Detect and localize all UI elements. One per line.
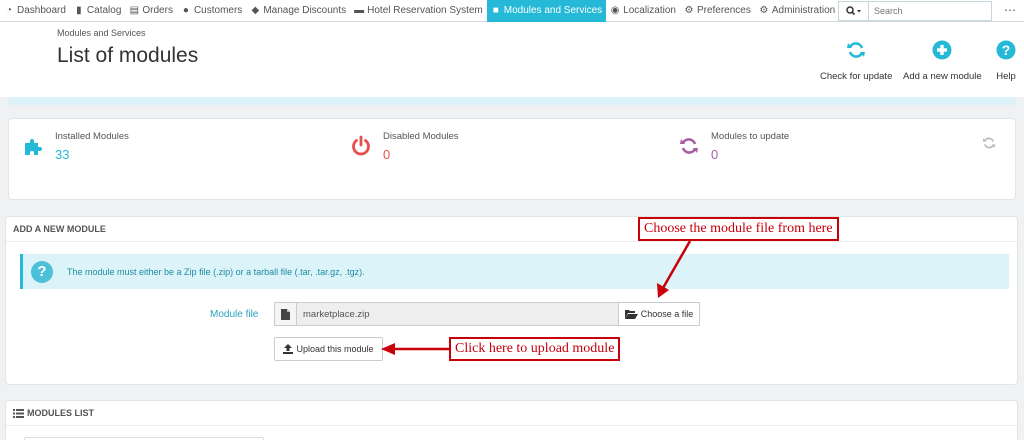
nav-item-catalog[interactable]: ▮ Catalog	[70, 0, 125, 22]
check-update-label: Check for update	[820, 71, 893, 82]
svg-text:?: ?	[1002, 42, 1011, 58]
installed-modules-stat: Installed Modules 33	[55, 131, 129, 162]
puzzle-icon: ■	[492, 5, 499, 16]
nav-item-administration[interactable]: ⚙ Administration	[755, 0, 839, 22]
info-strip	[8, 97, 1016, 105]
bed-icon: ▬	[354, 5, 365, 16]
reload-stats-icon[interactable]	[982, 136, 996, 153]
stat-label: Installed Modules	[55, 131, 129, 142]
annotation-upload-module: Click here to upload module	[449, 337, 621, 361]
plus-circle-icon	[932, 40, 952, 60]
panel-heading: ADD A NEW MODULE	[6, 217, 1017, 242]
nav-item-modules-services[interactable]: ■ Modules and Services	[486, 0, 607, 22]
nav-item-localization[interactable]: ◉ Localization	[606, 0, 680, 22]
stat-value: 0	[383, 147, 391, 162]
nav-item-label: Customers	[193, 5, 243, 16]
nav-item-customers[interactable]: ● Customers	[177, 0, 246, 22]
search-icon	[845, 6, 861, 16]
info-alert: ? The module must either be a Zip file (…	[20, 254, 1009, 289]
modules-to-update-stat: Modules to update 0	[711, 131, 789, 162]
refresh-icon	[846, 40, 866, 60]
stat-value: 0	[711, 147, 719, 162]
panel-heading: MODULES LIST	[6, 401, 1017, 426]
search-box	[838, 1, 992, 21]
disabled-modules-stat: Disabled Modules 0	[383, 131, 459, 162]
top-navigation: ◔ Dashboard ▮ Catalog ▤ Orders ● Customers ◆…	[0, 0, 1024, 22]
module-file-field: marketplace.zip Choose a file	[274, 302, 700, 326]
breadcrumb[interactable]: Modules and Services	[57, 28, 146, 38]
page-header: Modules and Services List of modules Che…	[0, 22, 1024, 97]
check-update-button[interactable]: Check for update	[820, 40, 892, 82]
nav-item-label: Localization	[623, 5, 676, 16]
choose-file-label: Choose a file	[640, 309, 694, 319]
nav-item-label: Manage Discounts	[263, 5, 347, 16]
power-icon	[350, 135, 372, 160]
annotation-choose-file: Choose the module file from here	[638, 217, 839, 241]
stat-label: Disabled Modules	[383, 131, 459, 142]
upload-module-button[interactable]: Upload this module	[274, 337, 383, 361]
nav-item-label: Hotel Reservation System	[367, 5, 483, 16]
upload-module-label: Upload this module	[296, 344, 374, 354]
add-module-label: Add a new module	[903, 71, 982, 82]
wrench-icon: ⚙	[684, 5, 694, 16]
nav-item-dashboard[interactable]: ◔ Dashboard	[0, 0, 70, 22]
nav-item-manage-discounts[interactable]: ◆ Manage Discounts	[246, 0, 350, 22]
nav-item-label: Catalog	[86, 5, 122, 16]
refresh-icon	[679, 136, 699, 159]
list-icon	[13, 408, 24, 418]
dashboard-icon: ◔	[5, 5, 13, 16]
nav-item-label: Dashboard	[17, 5, 66, 16]
modules-stats-panel: Installed Modules 33 Disabled Modules 0 …	[8, 118, 1016, 200]
book-icon: ▮	[76, 5, 82, 16]
module-file-label: Module file	[210, 309, 259, 320]
choose-file-button[interactable]: Choose a file	[618, 303, 699, 325]
search-input[interactable]	[869, 2, 991, 20]
users-icon: ●	[182, 5, 189, 16]
nav-item-label: Preferences	[696, 5, 751, 16]
add-module-button[interactable]: Add a new module	[903, 40, 982, 82]
nav-item-hotel-reservation[interactable]: ▬ Hotel Reservation System	[350, 0, 487, 22]
modules-list-panel: MODULES LIST	[5, 400, 1018, 440]
folder-open-icon	[624, 310, 638, 319]
nav-item-label: Modules and Services	[503, 5, 603, 16]
cog-icon: ⚙	[759, 5, 769, 16]
help-label: Help	[996, 71, 1016, 82]
question-icon: ?	[31, 260, 53, 283]
tags-icon: ◆	[251, 5, 260, 16]
nav-item-label: Administration	[771, 5, 836, 16]
help-button[interactable]: ? Help	[996, 40, 1016, 82]
credit-card-icon: ▤	[129, 5, 140, 16]
upload-icon	[283, 344, 294, 354]
page-title: List of modules	[57, 44, 199, 67]
more-menu-icon[interactable]: ⋯	[1004, 3, 1017, 17]
nav-item-orders[interactable]: ▤ Orders	[125, 0, 177, 22]
globe-icon: ◉	[610, 5, 620, 16]
stat-label: Modules to update	[711, 131, 790, 142]
stat-value: 33	[55, 147, 70, 162]
search-button[interactable]	[839, 2, 869, 20]
help-icon: ?	[996, 40, 1016, 60]
file-icon	[275, 303, 297, 325]
alert-text: The module must either be a Zip file (.z…	[67, 266, 365, 277]
modules-list-heading: MODULES LIST	[27, 408, 94, 418]
nav-item-label: Orders	[142, 5, 173, 16]
file-name-input[interactable]: marketplace.zip	[297, 303, 618, 325]
nav-item-preferences[interactable]: ⚙ Preferences	[680, 0, 755, 22]
puzzle-icon	[23, 137, 43, 160]
